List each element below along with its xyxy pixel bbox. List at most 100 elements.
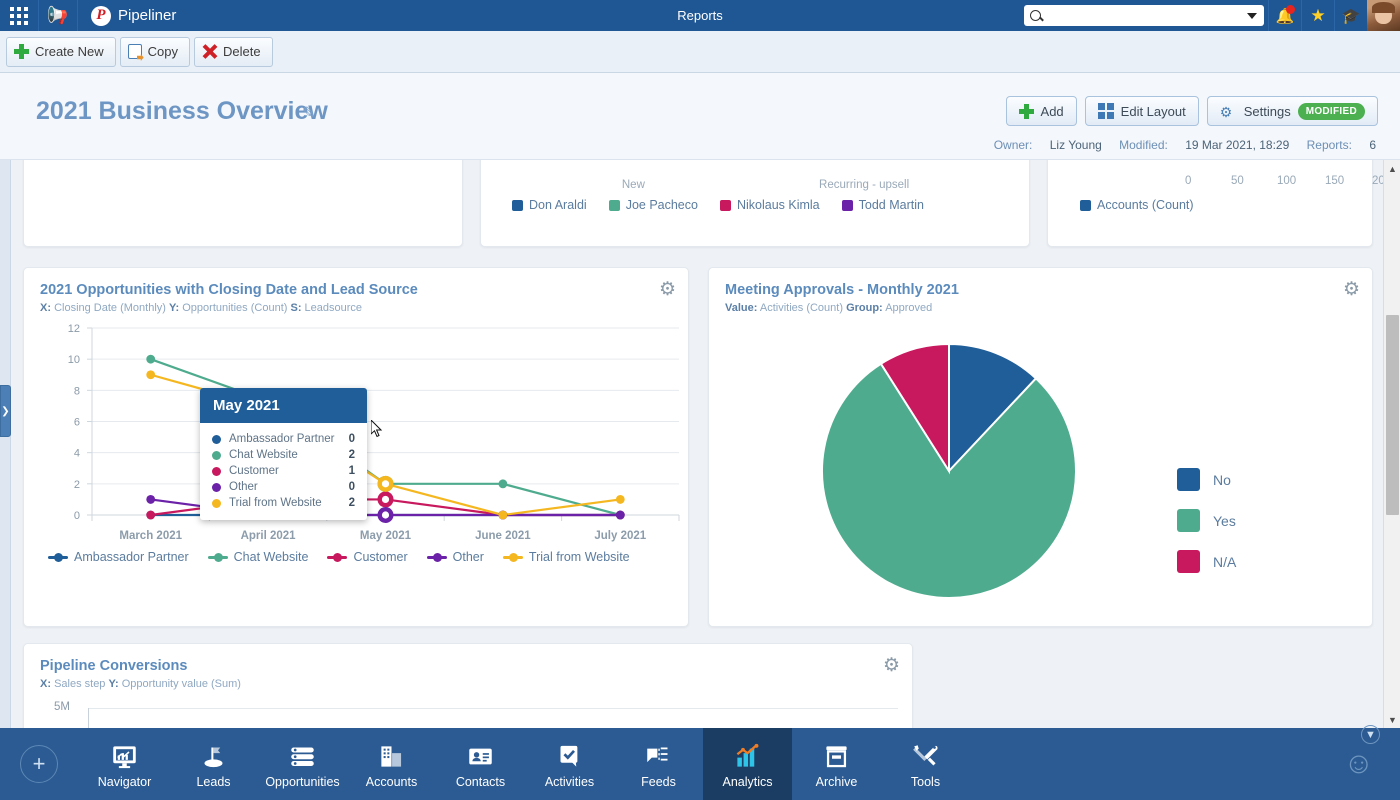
buildings-icon xyxy=(378,740,405,770)
legend-label: Other xyxy=(453,550,484,564)
plus-icon xyxy=(14,44,29,59)
series-value: 0 xyxy=(349,431,355,447)
legend-item-yes[interactable]: Yes xyxy=(1177,509,1236,532)
series-value: 0 xyxy=(349,479,355,495)
legend-label: Trial from Website xyxy=(529,550,630,564)
nav-item-analytics[interactable]: Analytics xyxy=(703,728,792,800)
quick-add-button[interactable]: + xyxy=(20,745,58,783)
sub-value-key: Value: xyxy=(725,302,757,314)
legend-item-chat-website[interactable]: Chat Website xyxy=(208,550,309,564)
nav-item-activities[interactable]: Activities xyxy=(525,728,614,800)
gear-icon[interactable]: ⚙ xyxy=(1343,280,1360,299)
edit-layout-button[interactable]: Edit Layout xyxy=(1085,96,1199,126)
legend-label: Yes xyxy=(1213,513,1236,529)
tooltip-row: Chat Website 2 xyxy=(212,447,355,463)
scroll-up-arrow[interactable]: ▲ xyxy=(1384,160,1400,177)
svg-text:0: 0 xyxy=(74,510,80,522)
modified-value: 19 Mar 2021, 18:29 xyxy=(1185,138,1289,152)
line-chart-card[interactable]: 2021 Opportunities with Closing Date and… xyxy=(23,267,689,627)
legend-label: N/A xyxy=(1213,554,1236,570)
pie-chart-plot xyxy=(767,318,1167,608)
svg-text:4: 4 xyxy=(74,448,80,460)
copy-button[interactable]: Copy xyxy=(120,37,190,67)
announcements-button[interactable]: 📢 xyxy=(39,0,78,31)
vertical-scrollbar[interactable]: ▲ ▼ xyxy=(1383,160,1400,728)
favorites-button[interactable]: ★ xyxy=(1301,0,1334,31)
legend-item-ambassador-partner[interactable]: Ambassador Partner xyxy=(48,550,189,564)
legend-item-no[interactable]: No xyxy=(1177,468,1236,491)
sub-y-val: Opportunity value (Sum) xyxy=(122,678,241,690)
avatar[interactable] xyxy=(1367,0,1400,31)
add-button[interactable]: Add xyxy=(1006,96,1077,126)
settings-label: Settings xyxy=(1244,104,1291,119)
stacked-list-icon xyxy=(289,740,316,770)
brand-name: Pipeliner xyxy=(118,7,176,24)
scrollbar-thumb[interactable] xyxy=(1386,315,1399,515)
y-axis-line xyxy=(88,708,89,728)
notification-badge xyxy=(1286,5,1295,14)
legend-item[interactable]: Joe Pacheco xyxy=(609,198,698,212)
legend-item-other[interactable]: Other xyxy=(427,550,484,564)
partial-card-left[interactable] xyxy=(23,160,463,247)
chevron-down-icon[interactable]: ▼ xyxy=(1361,725,1380,744)
nav-item-opportunities[interactable]: Opportunities xyxy=(258,728,347,800)
group-labels-row: New Recurring - upsell xyxy=(481,179,1029,191)
delete-button[interactable]: Delete xyxy=(194,37,273,67)
chevron-down-icon[interactable] xyxy=(1247,13,1257,19)
nav-item-archive[interactable]: Archive xyxy=(792,728,881,800)
card-subtitle: X: Closing Date (Monthly) Y: Opportuniti… xyxy=(40,302,672,314)
global-search[interactable] xyxy=(1024,5,1264,26)
pipeline-conversions-card[interactable]: Pipeline Conversions X: Sales step Y: Op… xyxy=(23,643,913,728)
partial-card-right[interactable]: 0 50 100 150 200 Accounts (Count) xyxy=(1047,160,1373,247)
legend-item-trial-from-website[interactable]: Trial from Website xyxy=(503,550,630,564)
legend-item-customer[interactable]: Customer xyxy=(327,550,407,564)
legend-item[interactable]: Accounts (Count) xyxy=(1080,198,1194,212)
scroll-down-arrow[interactable]: ▼ xyxy=(1384,711,1400,728)
settings-button[interactable]: ⚙ Settings MODIFIED xyxy=(1207,96,1378,126)
star-icon: ★ xyxy=(1310,6,1325,26)
series-dot xyxy=(212,451,221,460)
headset-icon[interactable]: ☺ xyxy=(1343,747,1374,781)
brand-logo-area[interactable]: P Pipeliner xyxy=(78,6,176,26)
apps-launcher-button[interactable] xyxy=(0,0,39,31)
nav-item-contacts[interactable]: Contacts xyxy=(436,728,525,800)
legend-swatch xyxy=(1177,550,1200,573)
nav-item-label: Tools xyxy=(911,775,940,789)
pie-chart-card[interactable]: Meeting Approvals - Monthly 2021 Value: … xyxy=(708,267,1373,627)
series-dot xyxy=(212,483,221,492)
group-label-recurring: Recurring - upsell xyxy=(744,179,984,191)
legend-item[interactable]: Todd Martin xyxy=(842,198,924,212)
search-input[interactable] xyxy=(1047,10,1247,22)
legend-item[interactable]: Nikolaus Kimla xyxy=(720,198,820,212)
archive-box-icon xyxy=(823,740,850,770)
gear-icon[interactable]: ⚙ xyxy=(883,656,900,675)
sub-group-key: Group: xyxy=(846,302,883,314)
legend-label: Ambassador Partner xyxy=(74,550,189,564)
legend-swatch xyxy=(208,556,228,559)
nav-item-leads[interactable]: Leads xyxy=(169,728,258,800)
sub-x-val: Sales step xyxy=(54,678,105,690)
pie-chart-legend: No Yes N/A xyxy=(1177,468,1236,573)
legend-item-na[interactable]: N/A xyxy=(1177,550,1236,573)
gear-icon[interactable]: ⚙ xyxy=(659,280,676,299)
legend-item[interactable]: Don Araldi xyxy=(512,198,587,212)
sub-group-val: Approved xyxy=(885,302,932,314)
partial-card-middle[interactable]: New Recurring - upsell Don Araldi Joe Pa… xyxy=(480,160,1030,247)
nav-item-tools[interactable]: Tools xyxy=(881,728,970,800)
owner-value: Liz Young xyxy=(1050,138,1102,152)
partial-right-legend: Accounts (Count) xyxy=(1080,198,1194,212)
nav-item-navigator[interactable]: Navigator xyxy=(80,728,169,800)
notifications-button[interactable]: 🔔 xyxy=(1268,0,1301,31)
close-icon xyxy=(202,44,217,59)
nav-item-accounts[interactable]: Accounts xyxy=(347,728,436,800)
check-square-icon xyxy=(556,740,583,770)
expand-sidebar-handle[interactable]: ❯ xyxy=(0,385,11,437)
sub-x-key: X: xyxy=(40,302,51,314)
learning-button[interactable]: 🎓 xyxy=(1334,0,1367,31)
create-new-button[interactable]: Create New xyxy=(6,37,116,67)
pencil-settings-icon[interactable]: ✎ xyxy=(302,103,324,125)
card-subtitle: Value: Activities (Count) Group: Approve… xyxy=(725,302,1356,314)
nav-item-feeds[interactable]: Feeds xyxy=(614,728,703,800)
series-dot xyxy=(212,467,221,476)
sub-s-val: Leadsource xyxy=(305,302,363,314)
